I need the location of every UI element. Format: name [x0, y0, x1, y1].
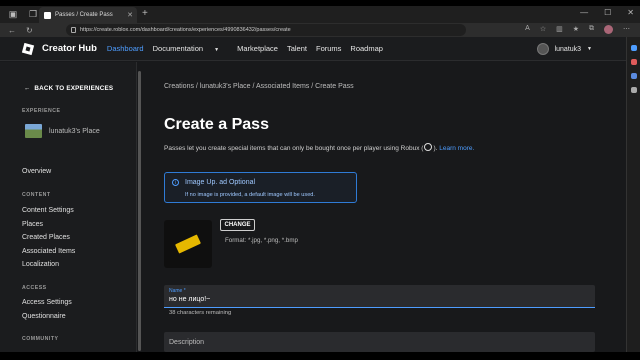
characters-remaining: 38 characters remaining [169, 310, 232, 316]
back-arrow-icon[interactable]: ← [8, 26, 18, 35]
collections-icon[interactable]: ⧉ [589, 25, 594, 34]
ticket-icon [175, 234, 201, 254]
screen: ▣ ❐ Passes / Create Pass ✕ + — ☐ ✕ ← ↻ h… [0, 0, 640, 360]
back-to-experiences-link[interactable]: ← BACK TO EXPERIENCES [24, 85, 113, 92]
favorites-icon[interactable]: ★ [573, 25, 579, 34]
main-menu: Dashboard Documentation ▼ Marketplace Ta… [107, 44, 392, 53]
back-label: BACK TO EXPERIENCES [34, 85, 114, 92]
sidebar-item-localization[interactable]: Localization [22, 261, 59, 268]
brand-name[interactable]: Creator Hub [42, 43, 97, 54]
profile-icon[interactable]: ▣ [6, 8, 20, 22]
description-end: ). [433, 145, 438, 152]
read-aloud-icon[interactable]: A [525, 25, 530, 34]
sidebar-item-overview[interactable]: Overview [22, 168, 51, 175]
description-label: Description [169, 339, 205, 346]
roblox-favicon-icon [44, 11, 51, 19]
shopping-icon[interactable] [630, 59, 637, 65]
image-format-hint: Format: *.jpg, *.png, *.bmp [225, 237, 298, 244]
info-icon: i [172, 179, 179, 186]
menu-forums[interactable]: Forums [316, 44, 341, 53]
page-description: Passes let you create special items that… [164, 143, 474, 152]
username: lunatuk3 [554, 45, 582, 53]
avatar [536, 43, 549, 55]
address-bar-row: ← ↻ https://create.roblox.com/dashboard/… [0, 23, 640, 37]
top-header: Creator Hub Dashboard Documentation ▼ Ma… [0, 37, 626, 61]
maximize-icon[interactable]: ☐ [604, 8, 611, 17]
url-field[interactable]: https://create.roblox.com/dashboard/crea… [66, 24, 466, 36]
sidebar-item-associated-items[interactable]: Associated Items [22, 248, 75, 255]
menu-talent[interactable]: Talent [287, 44, 307, 53]
menu-documentation-label: Documentation [152, 44, 204, 53]
sidebar: ← BACK TO EXPERIENCES EXPERIENCE lunatuk… [0, 62, 137, 352]
breadcrumb[interactable]: Creations / lunatuk3's Place / Associate… [164, 83, 354, 90]
menu-dashboard[interactable]: Dashboard [107, 44, 144, 53]
name-field[interactable]: Name * но не лицо!~ [164, 285, 595, 308]
experience-selector[interactable]: lunatuk3's Place [25, 124, 100, 138]
change-image-button[interactable]: CHANGE [220, 219, 255, 231]
bottom-edge [0, 352, 640, 360]
edge-sidebar [626, 37, 640, 360]
info-alert: i Image Up. ad Optional If no image is p… [164, 172, 357, 203]
main-content: Creations / lunatuk3's Place / Associate… [164, 62, 604, 352]
creator-hub-app: Creator Hub Dashboard Documentation ▼ Ma… [0, 37, 626, 352]
experience-name: lunatuk3's Place [49, 127, 100, 135]
page-title: Create a Pass [164, 116, 269, 133]
new-tab-icon[interactable]: + [142, 8, 148, 19]
more-icon[interactable]: ⋯ [623, 25, 630, 34]
url-text: https://create.roblox.com/dashboard/crea… [80, 27, 291, 33]
add-icon[interactable] [630, 87, 637, 93]
robux-icon [424, 143, 433, 151]
chevron-down-icon: ▼ [587, 46, 592, 52]
split-screen-icon[interactable]: ▥ [556, 25, 563, 34]
sidebar-item-created-places[interactable]: Created Places [22, 234, 70, 241]
sidebar-item-questionnaire[interactable]: Questionnaire [22, 313, 66, 320]
tools-icon[interactable] [630, 73, 637, 79]
description-field[interactable]: Description [164, 332, 595, 352]
info-title: Image Up. ad Optional [185, 179, 256, 186]
minimize-icon[interactable]: — [580, 8, 588, 17]
menu-roadmap[interactable]: Roadmap [350, 44, 383, 53]
experience-thumbnail [25, 124, 42, 138]
user-menu[interactable]: lunatuk3 ▼ [536, 43, 592, 55]
search-icon[interactable] [630, 45, 637, 51]
section-community: COMMUNITY [22, 336, 59, 342]
tab-title: Passes / Create Pass [55, 12, 113, 18]
section-content: CONTENT [22, 192, 51, 198]
browser-toolbar-icons: A ☆ ▥ ★ ⧉ ⋯ [525, 25, 630, 34]
info-text: If no image is provided, a default image… [185, 192, 315, 198]
sidebar-item-content-settings[interactable]: Content Settings [22, 207, 74, 214]
name-input-value[interactable]: но не лицо!~ [169, 296, 210, 303]
browser-profile-avatar[interactable] [604, 25, 613, 34]
pass-image-preview [164, 220, 212, 268]
description-text: Passes let you create special items that… [164, 145, 424, 152]
browser-tab-bar: ▣ ❐ Passes / Create Pass ✕ + — ☐ ✕ [0, 6, 640, 23]
name-label: Name * [169, 288, 186, 294]
section-access: ACCESS [22, 285, 47, 291]
sidebar-scrollbar[interactable] [138, 71, 141, 351]
favorite-star-icon[interactable]: ☆ [540, 25, 546, 34]
menu-documentation[interactable]: Documentation ▼ [153, 44, 229, 53]
window-controls: — ☐ ✕ [580, 8, 634, 17]
refresh-icon[interactable]: ↻ [26, 26, 36, 35]
back-arrow-icon: ← [24, 85, 31, 92]
browser-tab[interactable]: Passes / Create Pass ✕ [39, 7, 137, 23]
tab-actions-icon[interactable]: ❐ [26, 8, 40, 22]
close-tab-icon[interactable]: ✕ [127, 11, 133, 19]
close-window-icon[interactable]: ✕ [627, 8, 634, 17]
chevron-down-icon: ▼ [214, 47, 220, 53]
roblox-logo-icon[interactable] [21, 42, 35, 55]
menu-marketplace[interactable]: Marketplace [237, 44, 278, 53]
sidebar-item-access-settings[interactable]: Access Settings [22, 299, 72, 306]
lock-icon [71, 27, 76, 33]
sidebar-item-places[interactable]: Places [22, 221, 43, 228]
section-experience: EXPERIENCE [22, 108, 61, 114]
learn-more-link[interactable]: Learn more. [439, 145, 474, 152]
